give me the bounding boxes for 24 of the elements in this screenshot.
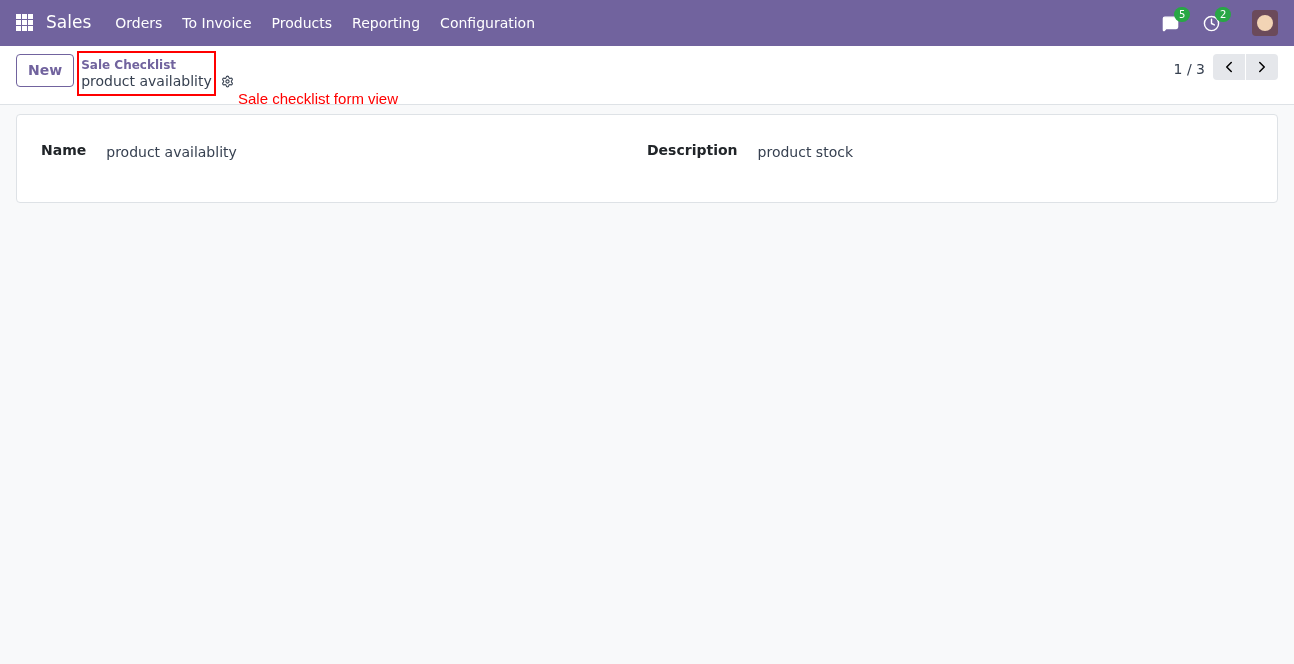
new-button[interactable]: New	[16, 54, 75, 87]
pager-counter: 1 / 3	[1173, 60, 1205, 79]
clock-icon[interactable]	[1203, 14, 1220, 32]
previous-button[interactable]	[1213, 54, 1245, 80]
field-label: Description	[647, 141, 738, 160]
menu-item[interactable]: Configuration	[432, 12, 544, 34]
menu-item[interactable]: Orders	[107, 12, 171, 34]
breadcrumb-link[interactable]: Sale Checklist	[81, 57, 212, 73]
message-count-badge: 5	[1174, 6, 1191, 22]
field-label: Name	[41, 141, 87, 160]
menu-item[interactable]: To Invoice	[174, 12, 260, 34]
activity-count-badge: 2	[1215, 6, 1232, 22]
field-value: product stock	[757, 143, 853, 162]
field-value: product availablity	[106, 143, 237, 162]
record-title: product availablity	[81, 73, 212, 89]
chat-icon[interactable]	[1162, 14, 1179, 32]
settings-icon[interactable]	[220, 75, 234, 88]
annotation-text: Sale checklist form view	[238, 89, 399, 109]
menu-item[interactable]: Products	[263, 12, 341, 34]
next-button[interactable]	[1246, 54, 1278, 80]
app-name[interactable]: Sales	[46, 10, 92, 36]
app-grid-icon[interactable]	[16, 14, 34, 32]
menu-item[interactable]: Reporting	[344, 12, 429, 34]
user-avatar[interactable]	[1252, 10, 1278, 36]
